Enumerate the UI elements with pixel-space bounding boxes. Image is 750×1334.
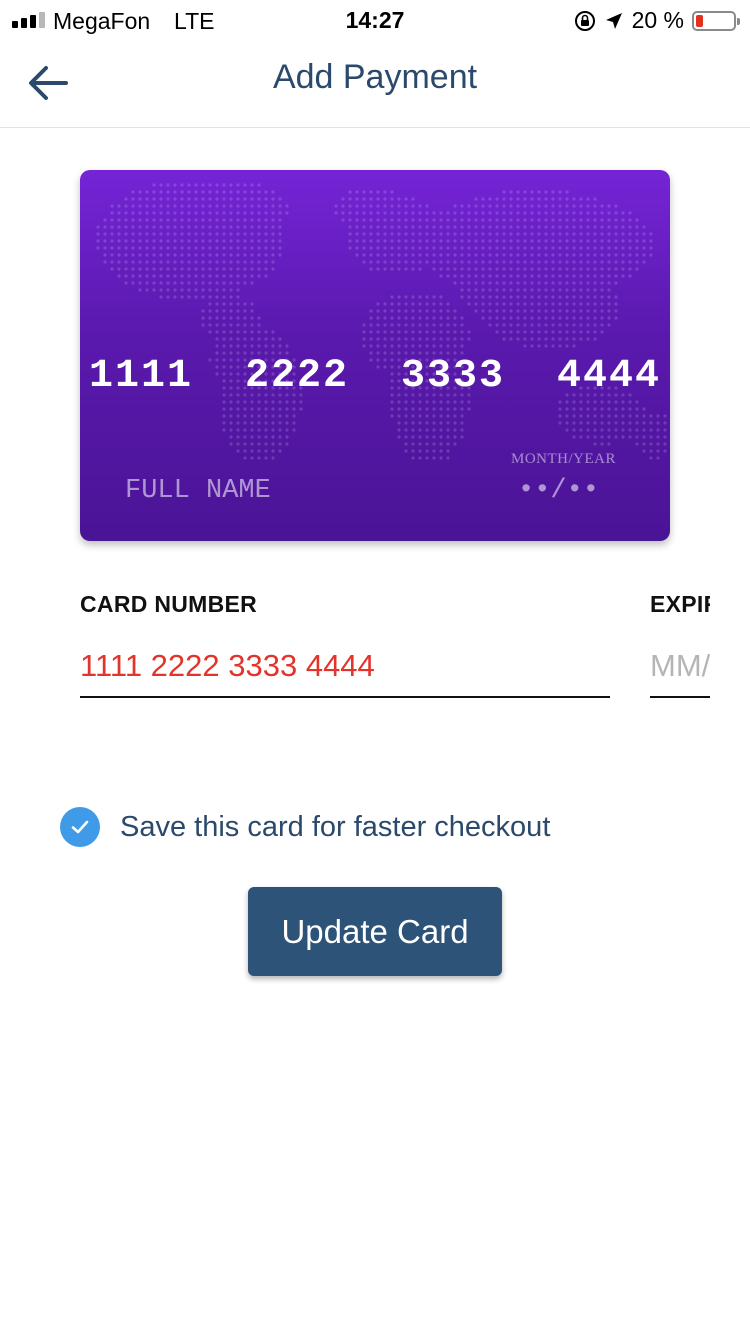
status-bar: MegaFon LTE 14:27 20 % [0,0,750,40]
save-card-option[interactable]: Save this card for faster checkout [60,806,550,848]
navigation-bar: Add Payment [0,40,750,128]
card-preview-name: FULL NAME [125,476,271,506]
checkmark-icon [71,820,89,834]
card-preview-number: 1111 2222 3333 4444 [88,354,662,399]
location-arrow-icon [604,11,624,31]
battery-percent: 20 % [631,7,684,33]
battery-icon [692,10,740,31]
card-number-label: CARD NUMBER [80,591,258,617]
save-card-checkbox[interactable] [60,807,100,847]
expiry-input[interactable] [650,636,710,698]
expiry-field-container: EXPIRY [650,580,710,700]
orientation-lock-icon [574,10,596,32]
page-title: Add Payment [272,58,478,96]
card-preview: 1111 2222 3333 4444 FULL NAME MONTH/YEAR… [80,170,670,541]
update-card-button[interactable]: Update Card [248,887,502,976]
expiry-label: EXPIRY [650,591,710,617]
battery-level [696,14,703,27]
card-preview-expiry-value: ••/•• [518,476,600,506]
card-number-input[interactable] [80,636,610,698]
card-preview-expiry-label: MONTH/YEAR [511,451,616,467]
save-card-label: Save this card for faster checkout [120,810,551,843]
